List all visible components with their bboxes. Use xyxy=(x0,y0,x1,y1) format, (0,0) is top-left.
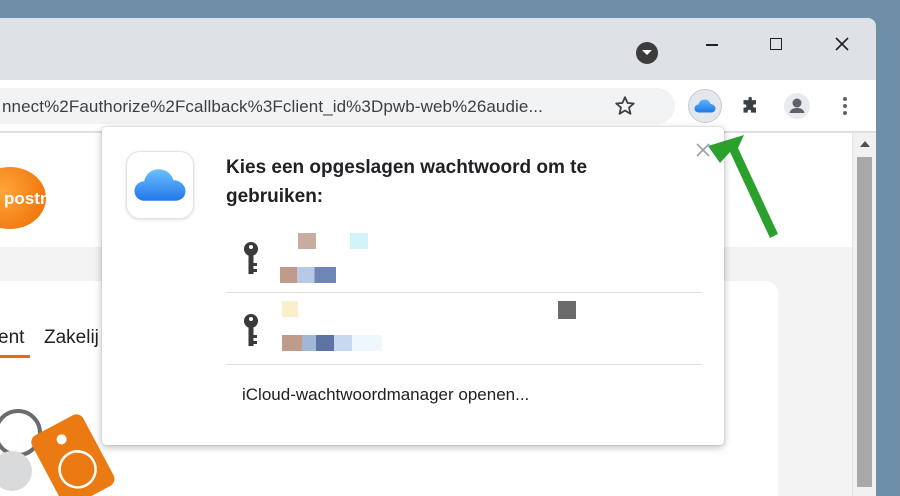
chevron-down-icon xyxy=(642,50,652,55)
password-redacted xyxy=(282,335,382,351)
tab-zakelijk[interactable]: Zakelij xyxy=(44,327,99,349)
credential-row[interactable] xyxy=(226,297,702,365)
puzzle-icon xyxy=(743,96,756,113)
maximize-button[interactable] xyxy=(752,30,800,58)
extensions-button[interactable] xyxy=(734,89,768,123)
username-redacted-2 xyxy=(558,301,576,319)
minimize-button[interactable] xyxy=(688,30,736,58)
username-redacted-2 xyxy=(350,233,368,249)
username-redacted xyxy=(282,301,298,317)
minimize-icon xyxy=(706,44,718,46)
password-redacted xyxy=(280,267,336,283)
browser-toolbar: nnect%2Fauthorize%2Fcallback%3Fclient_id… xyxy=(0,80,876,132)
icloud-extension-button[interactable] xyxy=(688,89,722,123)
tab-partial-1[interactable]: ent xyxy=(0,327,24,349)
close-window-button[interactable] xyxy=(818,30,866,58)
bookmark-star-icon[interactable] xyxy=(612,94,638,118)
three-dots-vertical-icon xyxy=(843,94,847,118)
person-icon xyxy=(784,93,810,119)
open-icloud-password-manager-link[interactable]: iCloud-wachtwoordmanager openen... xyxy=(242,385,529,405)
tab-search-button[interactable] xyxy=(636,42,658,64)
scroll-thumb[interactable] xyxy=(857,157,872,487)
logo-text: postnl xyxy=(4,189,55,208)
key-icon xyxy=(244,242,258,274)
credential-row[interactable] xyxy=(226,225,702,293)
username-redacted xyxy=(298,233,316,249)
icloud-cloud-icon xyxy=(134,169,186,201)
maximize-icon xyxy=(770,38,782,50)
page-scrollbar[interactable] xyxy=(852,133,876,496)
icloud-app-icon xyxy=(126,151,194,219)
address-bar[interactable]: nnect%2Fauthorize%2Fcallback%3Fclient_id… xyxy=(0,88,675,124)
key-icon xyxy=(244,314,258,346)
active-tab-indicator xyxy=(0,355,30,358)
close-icon xyxy=(835,37,849,51)
close-icon[interactable] xyxy=(692,139,714,161)
browser-menu-button[interactable] xyxy=(828,89,862,123)
profile-button[interactable] xyxy=(780,89,814,123)
password-picker-popup: Kies een opgeslagen wachtwoord om te geb… xyxy=(102,127,724,445)
icloud-cloud-icon xyxy=(694,99,716,113)
postnl-logo[interactable]: postnl xyxy=(0,167,55,229)
row-divider xyxy=(226,364,702,365)
row-divider xyxy=(226,292,702,293)
url-text[interactable]: nnect%2Fauthorize%2Fcallback%3Fclient_id… xyxy=(2,97,543,117)
popup-title: Kies een opgeslagen wachtwoord om te geb… xyxy=(226,157,588,207)
scroll-up-icon[interactable] xyxy=(860,141,870,147)
